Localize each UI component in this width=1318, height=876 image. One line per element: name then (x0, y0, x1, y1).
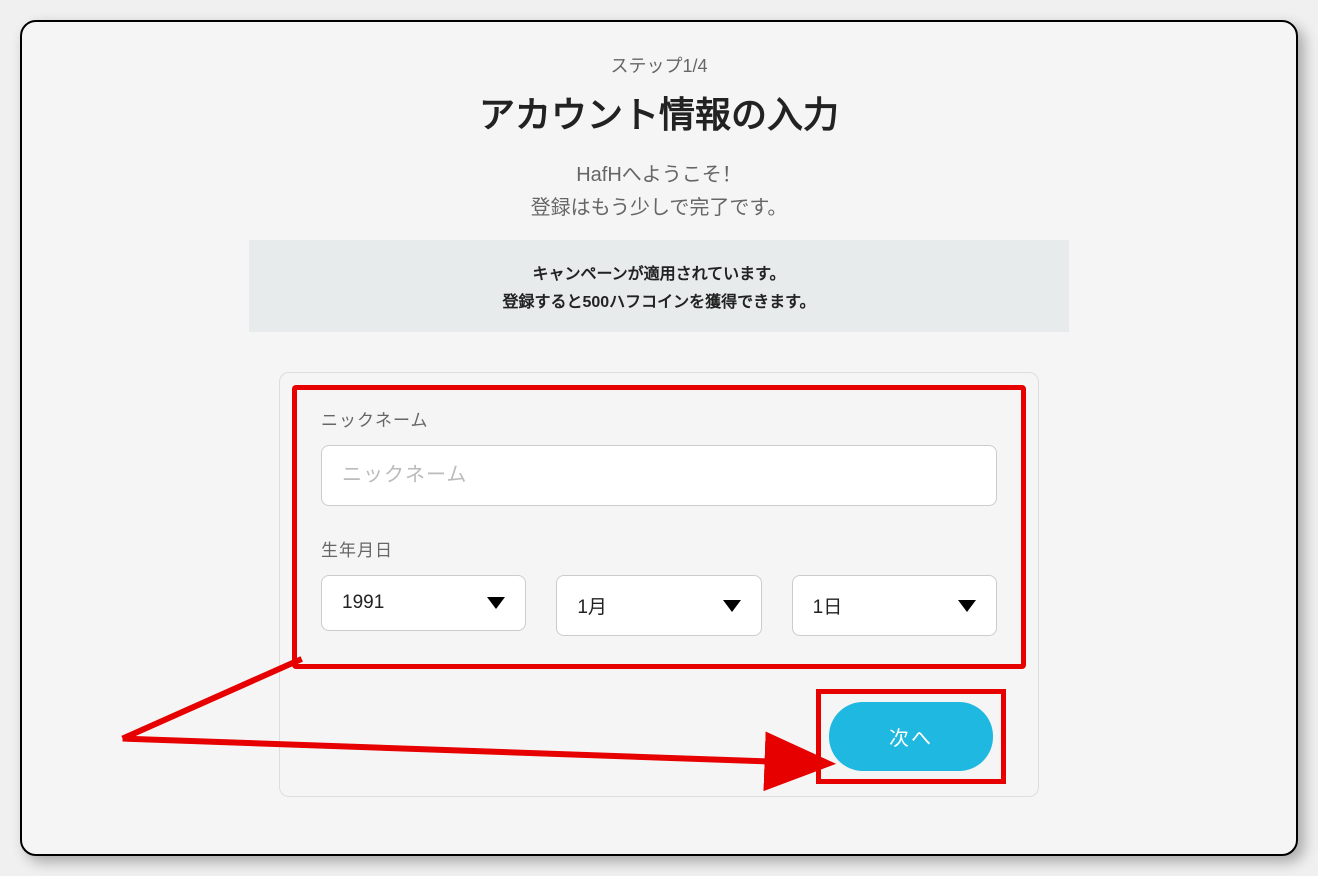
button-highlight-annotation: 次へ (816, 689, 1006, 784)
month-select-wrapper: 1月 (556, 575, 761, 636)
button-row: 次へ (292, 689, 1026, 784)
page-frame: ステップ1/4 アカウント情報の入力 HafHへようこそ！ 登録はもう少しで完了… (20, 20, 1298, 856)
form-highlight-annotation: ニックネーム 生年月日 1991 1月 (292, 385, 1026, 669)
campaign-banner: キャンペーンが適用されています。 登録すると500ハフコインを獲得できます。 (249, 240, 1069, 332)
chevron-down-icon (487, 597, 505, 609)
month-value: 1月 (577, 592, 607, 619)
campaign-text-1: キャンペーンが適用されています。 (269, 260, 1049, 284)
welcome-text-2: 登録はもう少しで完了です。 (42, 191, 1276, 220)
year-select-wrapper: 1991 (321, 575, 526, 636)
chevron-down-icon (958, 600, 976, 612)
day-select[interactable]: 1日 (792, 575, 997, 636)
form-card: ニックネーム 生年月日 1991 1月 (279, 372, 1039, 797)
header-section: ステップ1/4 アカウント情報の入力 HafHへようこそ！ 登録はもう少しで完了… (42, 52, 1276, 220)
page-title: アカウント情報の入力 (42, 86, 1276, 138)
year-select[interactable]: 1991 (321, 575, 526, 631)
birthdate-label: 生年月日 (321, 536, 997, 561)
day-value: 1日 (813, 592, 843, 619)
step-indicator: ステップ1/4 (42, 52, 1276, 78)
next-button[interactable]: 次へ (829, 702, 993, 771)
birthdate-row: 1991 1月 1日 (321, 575, 997, 636)
nickname-label: ニックネーム (321, 406, 997, 431)
campaign-text-2: 登録すると500ハフコインを獲得できます。 (269, 288, 1049, 312)
welcome-text-1: HafHへようこそ！ (42, 158, 1276, 187)
nickname-input[interactable] (321, 445, 997, 506)
year-value: 1991 (342, 592, 384, 614)
day-select-wrapper: 1日 (792, 575, 997, 636)
chevron-down-icon (723, 600, 741, 612)
month-select[interactable]: 1月 (556, 575, 761, 636)
